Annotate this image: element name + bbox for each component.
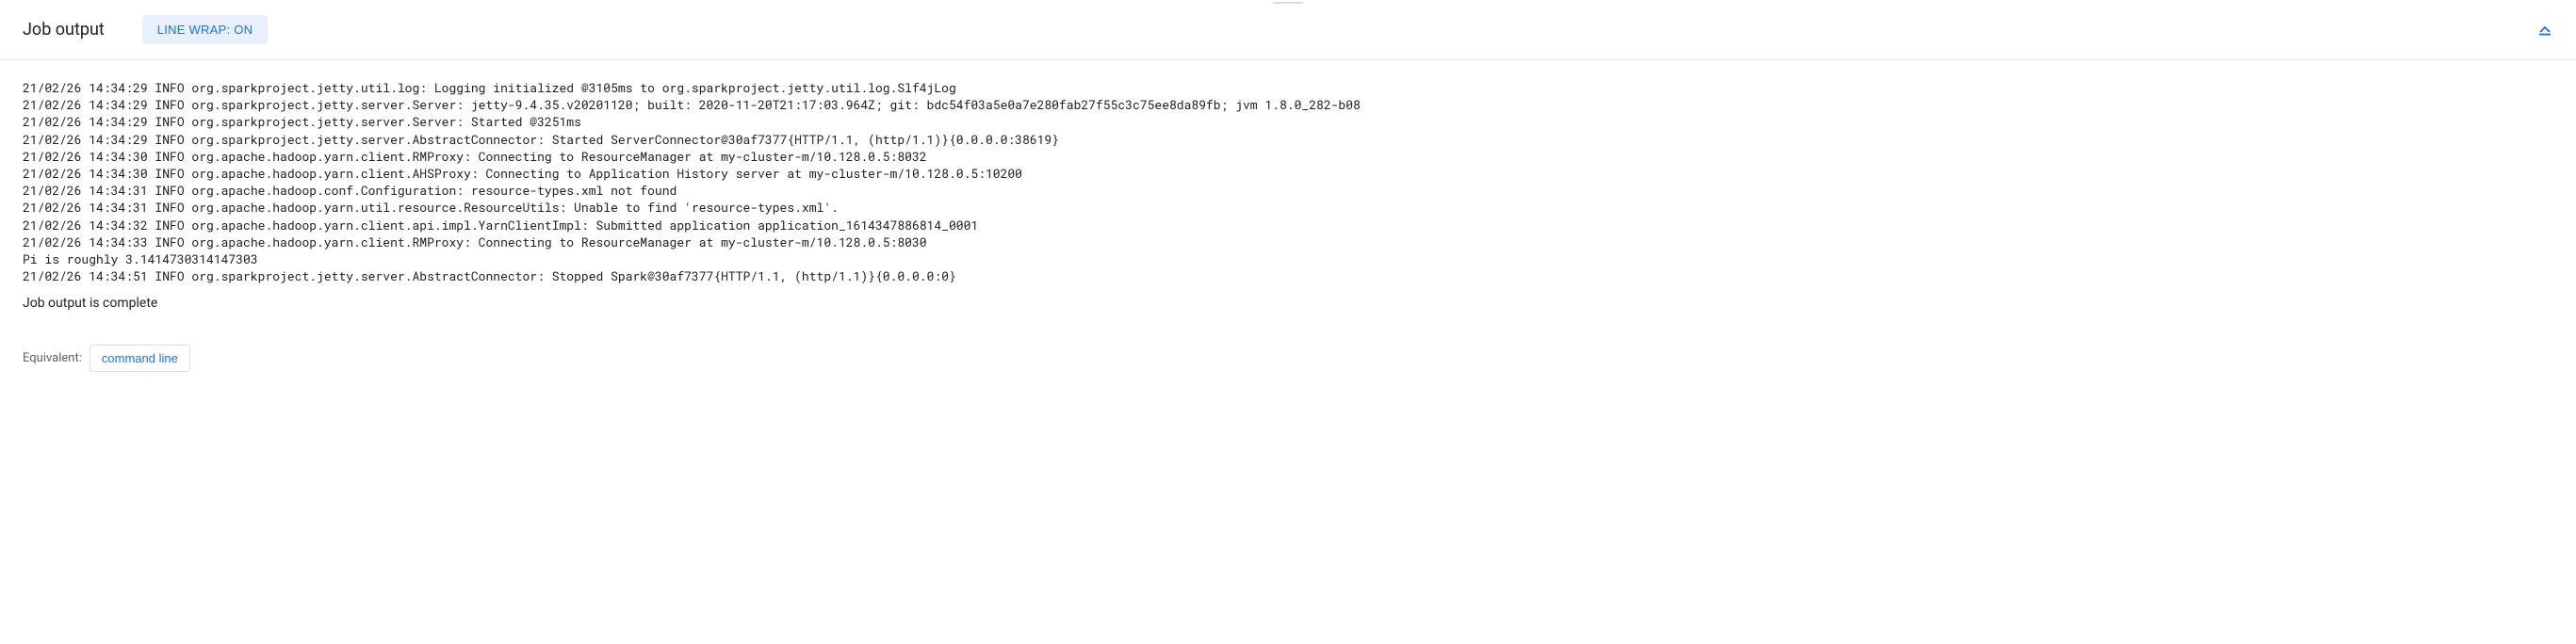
line-wrap-toggle[interactable]: LINE WRAP: ON	[142, 15, 269, 44]
equivalent-row: Equivalent: command line	[0, 345, 2576, 387]
collapse-icon[interactable]	[2536, 22, 2553, 39]
completion-message: Job output is complete	[0, 296, 2576, 345]
log-output: 21/02/26 14:34:29 INFO org.sparkproject.…	[0, 60, 2576, 296]
equivalent-label: Equivalent:	[23, 351, 82, 365]
page-title: Job output	[23, 20, 105, 40]
drag-handle[interactable]	[1269, 0, 1307, 4]
command-line-button[interactable]: command line	[90, 345, 190, 372]
header: Job output LINE WRAP: ON	[0, 0, 2576, 60]
